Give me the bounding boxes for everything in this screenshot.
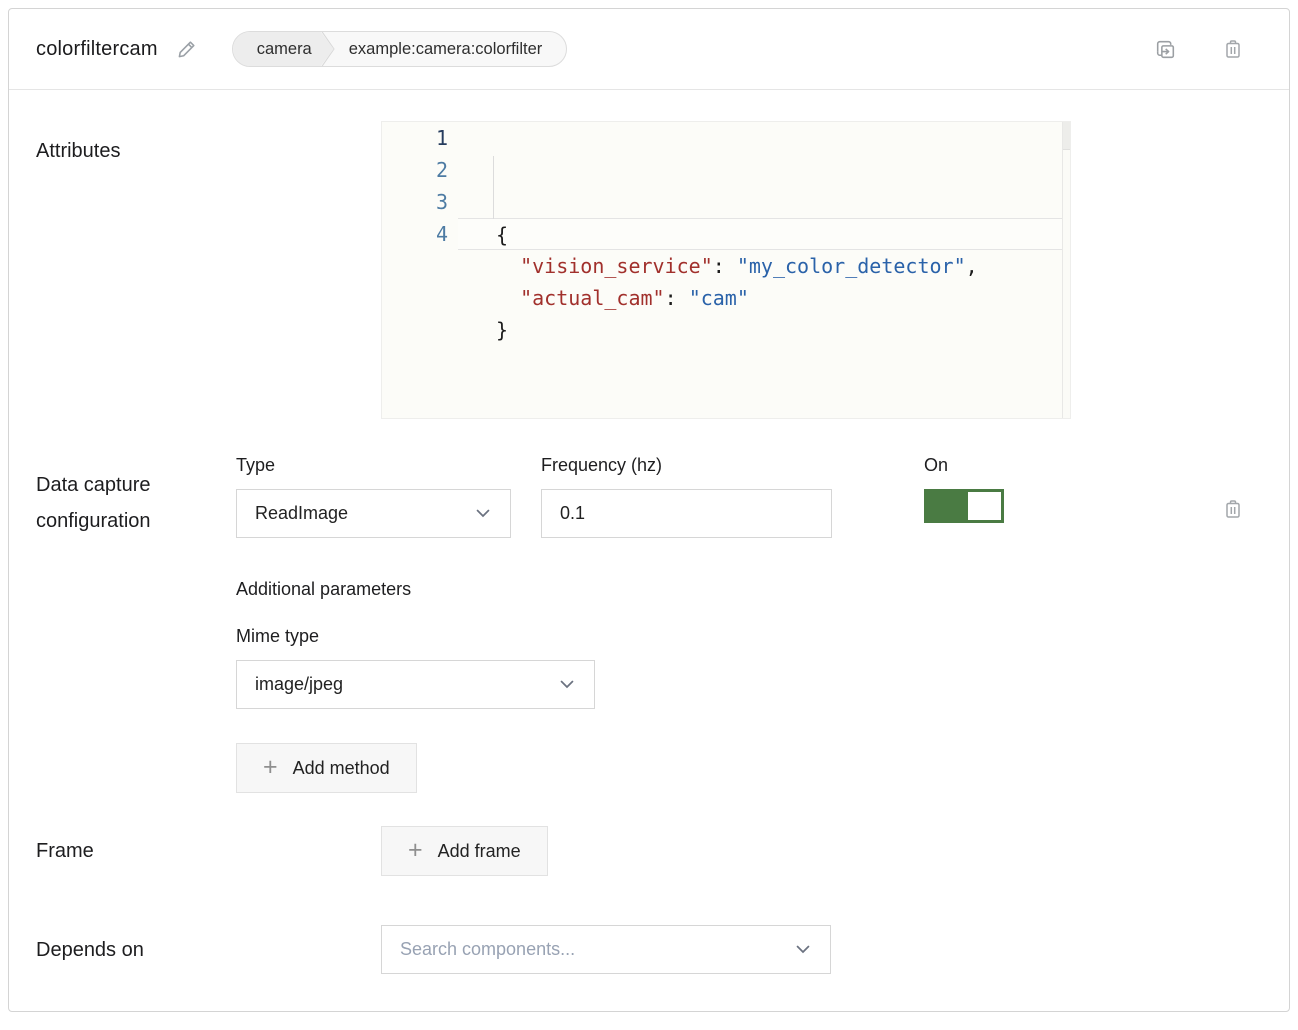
add-frame-label: Add frame <box>438 841 521 862</box>
capture-type-value: ReadImage <box>255 503 348 524</box>
additional-parameters-label: Additional parameters <box>236 579 411 600</box>
component-name: colorfiltercam <box>36 38 158 61</box>
duplicate-icon <box>1153 37 1178 62</box>
add-method-label: Add method <box>293 758 390 779</box>
component-config-body: Attributes 1234 { "vision_service": "my_… <box>9 90 1289 1009</box>
badge-model: example:camera:colorfilter <box>335 40 567 59</box>
editor-scrollbar[interactable] <box>1062 122 1070 418</box>
plus-icon: + <box>408 838 423 863</box>
capture-frequency-field: Frequency (hz) <box>541 455 832 538</box>
type-label: Type <box>236 455 511 476</box>
mime-type-value: image/jpeg <box>255 674 343 695</box>
indent-guide <box>493 156 494 219</box>
toggle-knob <box>968 492 1001 520</box>
chevron-down-icon <box>476 509 490 518</box>
editor-scrollbar-thumb[interactable] <box>1063 122 1070 150</box>
mime-type-select[interactable]: image/jpeg <box>236 660 595 709</box>
capture-on-label: On <box>924 455 1004 476</box>
delete-component-button[interactable] <box>1221 37 1245 62</box>
capture-type-select[interactable]: ReadImage <box>236 489 511 538</box>
delete-capture-method-button[interactable] <box>1221 497 1245 521</box>
plus-icon: + <box>263 755 278 780</box>
code-lines[interactable]: { "vision_service": "my_color_detector",… <box>458 122 1070 418</box>
attributes-label: Attributes <box>36 121 381 419</box>
capture-method-row: Type ReadImage Frequency (hz) <box>236 455 1245 538</box>
component-card: colorfiltercam camera example:camera:col… <box>8 8 1290 1012</box>
code-gutter: 1234 <box>382 122 458 418</box>
data-capture-section: Data capture configuration Type ReadImag… <box>36 455 1245 793</box>
frame-label: Frame <box>36 833 381 869</box>
mime-type-field: Mime type image/jpeg <box>236 626 595 709</box>
add-method-button[interactable]: + Add method <box>236 743 417 793</box>
duplicate-component-button[interactable] <box>1153 37 1178 62</box>
chevron-down-icon <box>796 945 810 954</box>
rename-button[interactable] <box>176 38 198 60</box>
trash-icon <box>1221 37 1245 61</box>
badge-category: camera <box>233 32 334 66</box>
component-header: colorfiltercam camera example:camera:col… <box>9 9 1289 90</box>
pencil-icon <box>176 38 198 60</box>
add-frame-button[interactable]: + Add frame <box>381 826 548 876</box>
capture-type-field: Type ReadImage <box>236 455 511 538</box>
chevron-down-icon <box>560 680 574 689</box>
depends-on-combobox[interactable] <box>381 925 831 974</box>
frequency-input[interactable] <box>541 489 832 538</box>
mime-type-label: Mime type <box>236 626 595 647</box>
capture-on-toggle[interactable] <box>924 489 1004 523</box>
component-type-badge: camera example:camera:colorfilter <box>232 31 568 67</box>
depends-on-section: Depends on <box>36 925 1245 974</box>
data-capture-fields: Type ReadImage Frequency (hz) <box>236 455 1245 793</box>
attributes-code-editor[interactable]: 1234 { "vision_service": "my_color_detec… <box>381 121 1071 419</box>
header-actions <box>1153 37 1245 62</box>
attributes-section: Attributes 1234 { "vision_service": "my_… <box>36 121 1245 419</box>
frequency-label: Frequency (hz) <box>541 455 832 476</box>
data-capture-label: Data capture configuration <box>36 455 236 793</box>
capture-on-field: On <box>924 455 1004 523</box>
frame-section: Frame + Add frame <box>36 826 1245 876</box>
trash-icon <box>1221 497 1245 521</box>
depends-on-label: Depends on <box>36 932 381 968</box>
depends-on-search-input[interactable] <box>400 926 796 973</box>
